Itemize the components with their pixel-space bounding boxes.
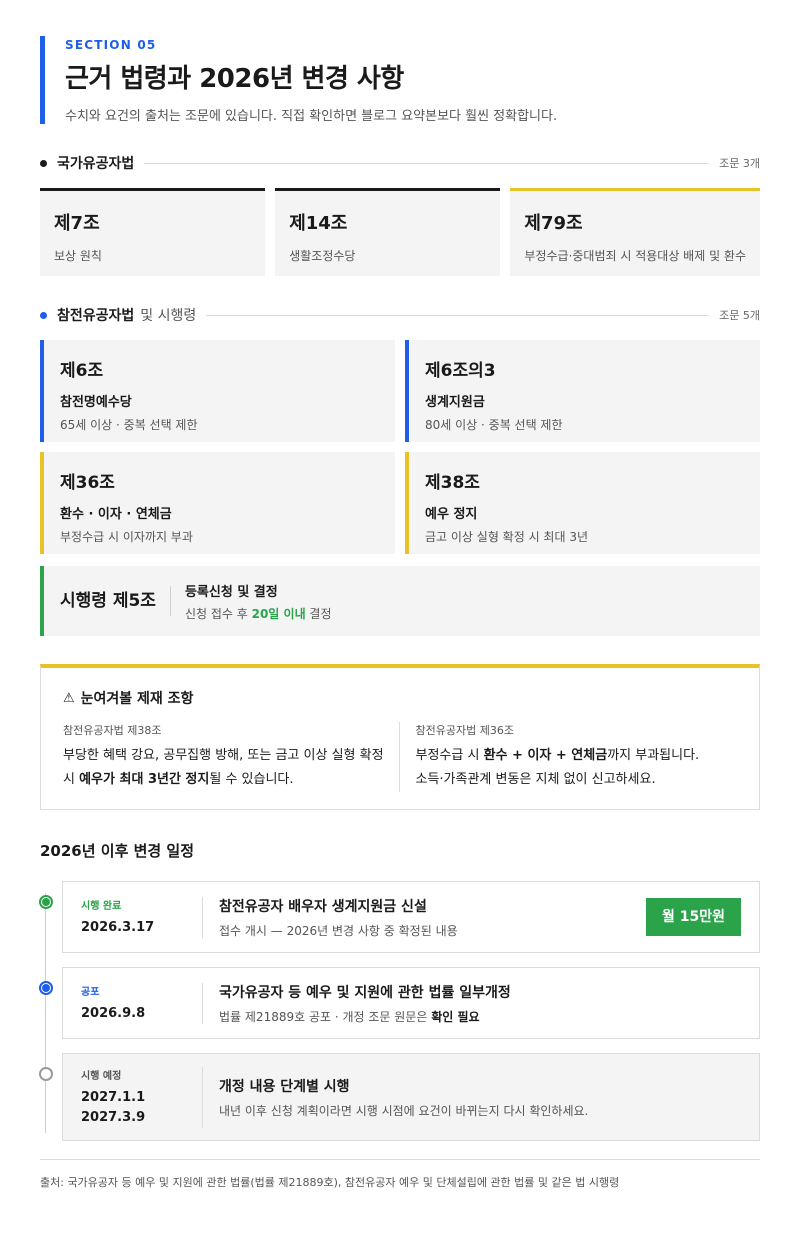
bullet-dot-icon	[40, 311, 47, 319]
decree-article: 시행령 제5조	[60, 586, 171, 616]
warning-ref: 참전유공자법 제38조	[63, 724, 162, 737]
article-number: 제6조의3	[425, 361, 496, 381]
law1-count: 조문 3개	[719, 157, 760, 170]
warning-text: 부정수급 시 환수 + 이자 + 연체금까지 부과됩니다. 소득·가족관계 변동은…	[415, 748, 700, 787]
law1-section: 국가유공자법 조문 3개 제7조 보상 원칙 제14조 생활조정수당 제79조 …	[40, 152, 761, 276]
warning-ref: 참전유공자법 제36조	[415, 724, 514, 737]
divider	[144, 162, 710, 164]
article-card: 제79조 부정수급·중대범죄 시 적용대상 배제 및 환수	[510, 188, 761, 276]
article-head: 참전명예수당	[60, 395, 132, 410]
article-desc: 부정수급 시 이자까지 부과	[60, 530, 193, 544]
article-number: 제14조	[289, 213, 348, 234]
timeline-head: 개정 내용 단계별 시행	[219, 1078, 350, 1095]
source-footer: 출처: 국가유공자 등 예우 및 지원에 관한 법률(법률 제21889호), …	[40, 1159, 760, 1190]
article-head: 환수 · 이자 · 연체금	[60, 507, 172, 522]
article-head: 생계지원금	[425, 395, 485, 410]
article-desc: 생활조정수당	[289, 249, 356, 263]
law2-section: 참전유공자법 및 시행령 조문 5개 제6조 참전명예수당 65세 이상 · 중…	[40, 304, 760, 636]
timeline: 시행 완료 2026.3.17 참전유공자 배우자 생계지원금 신설 접수 개시…	[39, 881, 760, 1141]
timeline-rail	[45, 893, 46, 1133]
timeline-item: 시행 완료 2026.3.17 참전유공자 배우자 생계지원금 신설 접수 개시…	[39, 881, 760, 953]
timeline-item: 시행 예정 2027.1.1 2027.3.9 개정 내용 단계별 시행 내년 이…	[39, 1053, 760, 1141]
timeline-head: 참전유공자 배우자 생계지원금 신설	[219, 898, 427, 915]
warning-text: 부당한 혜택 강요, 공무집행 방해, 또는 금고 이상 실형 확정 시 예우가…	[63, 748, 384, 787]
timeline-desc: 접수 개시 — 2026년 변경 사항 중 확정된 내용	[219, 923, 458, 938]
warning-icon: ⚠	[63, 690, 75, 706]
timeline-status: 공포	[81, 986, 100, 998]
article-card: 제6조의3 생계지원금 80세 이상 · 중복 선택 제한	[405, 340, 760, 442]
law2-name-suffix: 및 시행령	[140, 308, 197, 324]
decree-desc: 신청 접수 후 20일 이내 결정	[184, 606, 332, 621]
page-subtitle: 수치와 요건의 출처는 조문에 있습니다. 직접 확인하면 블로그 요약본보다 …	[65, 109, 558, 124]
timeline-date: 2026.3.17	[81, 919, 155, 935]
article-desc: 보상 원칙	[54, 249, 102, 263]
article-number: 제6조	[60, 361, 104, 381]
bullet-dot-icon	[40, 159, 47, 167]
article-card: 제36조 환수 · 이자 · 연체금 부정수급 시 이자까지 부과	[40, 452, 395, 554]
section-eyebrow: SECTION 05	[65, 38, 157, 52]
article-desc: 65세 이상 · 중복 선택 제한	[60, 418, 198, 432]
article-number: 제36조	[60, 473, 115, 493]
article-head: 예우 정지	[425, 507, 478, 522]
article-desc: 금고 이상 실형 확정 시 최대 3년	[425, 530, 589, 544]
timeline-status: 시행 완료	[81, 900, 122, 912]
warning-left: 참전유공자법 제38조 부당한 혜택 강요, 공무집행 방해, 또는 금고 이상…	[63, 722, 385, 792]
warning-title: ⚠ 눈여겨볼 제재 조항	[63, 690, 194, 708]
completed-node-icon	[39, 895, 53, 909]
decree-card: 시행령 제5조 등록신청 및 결정 신청 접수 후 20일 이내 결정	[40, 566, 760, 636]
warning-right: 참전유공자법 제36조 부정수급 시 환수 + 이자 + 연체금까지 부과됩니다…	[398, 722, 738, 792]
divider	[206, 314, 710, 316]
article-number: 제79조	[524, 213, 583, 234]
timeline-date: 2026.9.8	[81, 1005, 146, 1021]
law1-heading: 국가유공자법 조문 3개	[40, 152, 760, 174]
timeline-desc: 내년 이후 신청 계획이라면 시행 시점에 요건이 바뀌는지 다시 확인하세요.	[219, 1103, 589, 1118]
article-number: 제7조	[54, 213, 100, 234]
decree-highlight: 20일 이내	[251, 606, 306, 621]
law1-name: 국가유공자법	[57, 156, 135, 172]
article-card: 제7조 보상 원칙	[40, 188, 266, 276]
promulgated-node-icon	[39, 981, 53, 995]
article-desc: 부정수급·중대범죄 시 적용대상 배제 및 환수	[524, 249, 747, 263]
law2-name: 참전유공자법	[57, 308, 135, 324]
article-card: 제14조 생활조정수당	[275, 188, 501, 276]
timeline-status: 시행 예정	[81, 1070, 122, 1082]
page: SECTION 05 근거 법령과 2026년 변경 사항 수치와 요건의 출처…	[39, 36, 761, 1155]
timeline-date: 2027.1.1 2027.3.9	[81, 1089, 146, 1125]
timeline-desc: 법률 제21889호 공포 · 개정 조문 원문은 확인 필요	[219, 1009, 480, 1024]
article-card: 제6조 참전명예수당 65세 이상 · 중복 선택 제한	[40, 340, 395, 442]
timeline-head: 국가유공자 등 예우 및 지원에 관한 법률 일부개정	[219, 984, 511, 1001]
page-title: 근거 법령과 2026년 변경 사항	[65, 64, 404, 94]
section-header: SECTION 05 근거 법령과 2026년 변경 사항 수치와 요건의 출처…	[40, 36, 760, 124]
law2-heading: 참전유공자법 및 시행령 조문 5개	[40, 304, 760, 326]
scheduled-node-icon	[39, 1067, 53, 1081]
article-desc: 80세 이상 · 중복 선택 제한	[425, 418, 563, 432]
decree-head: 등록신청 및 결정	[184, 584, 278, 600]
warning-box: ⚠ 눈여겨볼 제재 조항 참전유공자법 제38조 부당한 혜택 강요, 공무집행…	[40, 664, 760, 810]
law2-count: 조문 5개	[719, 309, 760, 322]
article-card: 제38조 예우 정지 금고 이상 실형 확정 시 최대 3년	[405, 452, 760, 554]
amount-badge: 월 15만원	[646, 898, 741, 936]
article-number: 제38조	[425, 473, 480, 493]
timeline-item: 공포 2026.9.8 국가유공자 등 예우 및 지원에 관한 법률 일부개정 …	[39, 967, 760, 1039]
timeline-title: 2026년 이후 변경 일정	[40, 842, 195, 860]
